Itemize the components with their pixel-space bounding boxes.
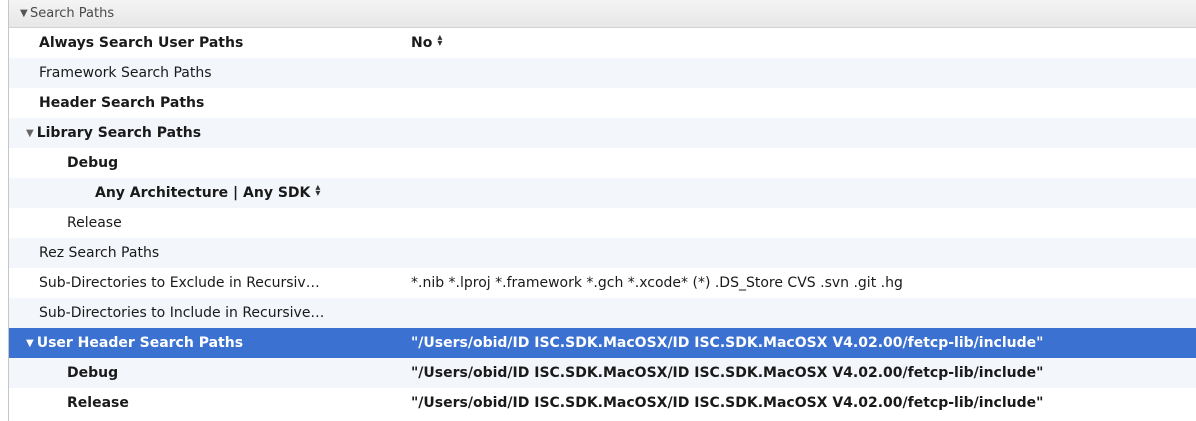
setting-value[interactable]: "/Users/obid/ID ISC.SDK.MacOSX/ID ISC.SD… bbox=[411, 388, 1043, 418]
setting-label: Library Search Paths bbox=[36, 125, 202, 141]
setting-label: Sub-Directories to Include in Recursive… bbox=[39, 305, 325, 321]
setting-value-text: No bbox=[411, 35, 433, 51]
build-settings-table: ▼ Search Paths Always Search User Paths … bbox=[8, 0, 1196, 421]
setting-row-framework-search-paths[interactable]: Framework Search Paths bbox=[9, 58, 1196, 88]
disclosure-triangle-icon[interactable]: ▼ bbox=[20, 8, 30, 19]
setting-value[interactable]: "/Users/obid/ID ISC.SDK.MacOSX/ID ISC.SD… bbox=[411, 328, 1043, 358]
setting-label: Header Search Paths bbox=[39, 95, 205, 111]
architecture-sdk-label: Any Architecture | Any SDK bbox=[95, 185, 311, 201]
setting-label: Rez Search Paths bbox=[39, 245, 160, 261]
setting-row-subdirs-include[interactable]: Sub-Directories to Include in Recursive… bbox=[9, 298, 1196, 328]
setting-label: Framework Search Paths bbox=[39, 65, 212, 81]
search-paths-group-header[interactable]: ▼ Search Paths bbox=[9, 0, 1196, 28]
setting-row-always-search-user-paths[interactable]: Always Search User Paths No ▴ ▾ bbox=[9, 28, 1196, 58]
setting-row-user-header-debug[interactable]: Debug "/Users/obid/ID ISC.SDK.MacOSX/ID … bbox=[9, 358, 1196, 388]
setting-label-wrap: ▼ User Header Search Paths bbox=[26, 328, 406, 358]
disclosure-triangle-icon[interactable]: ▼ bbox=[26, 119, 34, 148]
setting-row-library-debug[interactable]: Debug bbox=[9, 148, 1196, 178]
setting-value[interactable]: *.nib *.lproj *.framework *.gch *.xcode*… bbox=[411, 268, 903, 298]
disclosure-triangle-icon[interactable]: ▼ bbox=[26, 329, 34, 358]
setting-row-header-search-paths[interactable]: Header Search Paths bbox=[9, 88, 1196, 118]
configuration-label: Release bbox=[67, 215, 122, 231]
setting-label: Always Search User Paths bbox=[39, 35, 244, 51]
setting-row-library-release[interactable]: Release bbox=[9, 208, 1196, 238]
setting-row-library-debug-architecture[interactable]: Any Architecture | Any SDK ▴ ▾ bbox=[9, 178, 1196, 208]
up-down-stepper-icon[interactable]: ▴ ▾ bbox=[437, 33, 442, 49]
setting-row-rez-search-paths[interactable]: Rez Search Paths bbox=[9, 238, 1196, 268]
architecture-sdk-selector[interactable]: Any Architecture | Any SDK ▴ ▾ bbox=[95, 178, 395, 208]
setting-row-library-search-paths[interactable]: ▼ Library Search Paths bbox=[9, 118, 1196, 148]
setting-value[interactable]: "/Users/obid/ID ISC.SDK.MacOSX/ID ISC.SD… bbox=[411, 358, 1043, 388]
up-down-stepper-icon[interactable]: ▴ ▾ bbox=[315, 183, 320, 199]
setting-row-subdirs-exclude[interactable]: Sub-Directories to Exclude in Recursiv… … bbox=[9, 268, 1196, 298]
setting-row-user-header-search-paths[interactable]: ▼ User Header Search Paths "/Users/obid/I… bbox=[9, 328, 1196, 358]
setting-label-wrap: ▼ Library Search Paths bbox=[26, 118, 396, 148]
setting-label: Sub-Directories to Exclude in Recursiv… bbox=[39, 275, 320, 291]
configuration-label: Release bbox=[67, 395, 129, 411]
group-title: Search Paths bbox=[30, 6, 115, 21]
configuration-label: Debug bbox=[67, 365, 119, 381]
setting-label: User Header Search Paths bbox=[36, 335, 244, 351]
configuration-label: Debug bbox=[67, 155, 119, 171]
setting-value[interactable]: No ▴ ▾ bbox=[411, 28, 442, 58]
setting-row-user-header-release[interactable]: Release "/Users/obid/ID ISC.SDK.MacOSX/I… bbox=[9, 388, 1196, 418]
